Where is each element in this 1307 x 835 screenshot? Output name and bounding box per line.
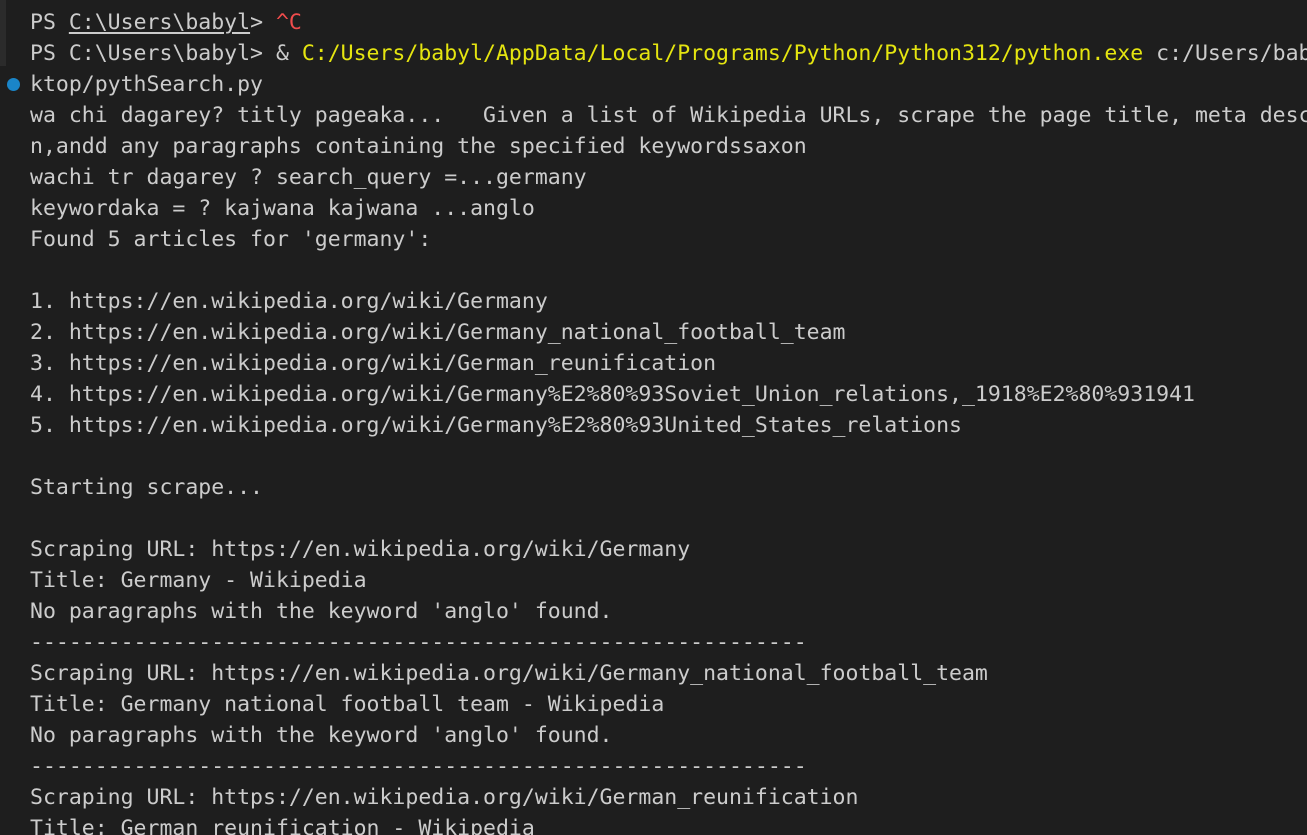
terminal-line-5: n,andd any paragraphs containing the spe… — [30, 134, 807, 159]
article-url-3[interactable]: 3. https://en.wikipedia.org/wiki/German_… — [30, 348, 1307, 379]
scraping-url-line-2[interactable]: Scraping URL: https://en.wikipedia.org/w… — [30, 658, 1307, 689]
terminal-panel[interactable]: PS C:\Users\babyl> ^C PS C:\Users\babyl>… — [0, 0, 1307, 835]
terminal-line-3: ktop/pythSearch.py — [30, 72, 263, 97]
terminal-line-7: keywordaka = ? kajwana kajwana ...anglo — [30, 196, 535, 221]
article-url-4[interactable]: 4. https://en.wikipedia.org/wiki/Germany… — [30, 379, 1307, 410]
scraping-url-line-3[interactable]: Scraping URL: https://en.wikipedia.org/w… — [30, 782, 1307, 813]
no-paragraphs-line-1: No paragraphs with the keyword 'anglo' f… — [30, 599, 613, 624]
separator-line-1: ----------------------------------------… — [30, 630, 807, 655]
title-line-3: Title: German reunification - Wikipedia — [30, 816, 535, 835]
terminal-line-1: PS C:\Users\babyl> ^C — [30, 7, 1307, 38]
terminal-line-15 — [30, 441, 1307, 472]
ctrl-c-text: ^C — [275, 10, 302, 35]
scraping-url-line-1[interactable]: Scraping URL: https://en.wikipedia.org/w… — [30, 534, 1307, 565]
title-line-1: Title: Germany - Wikipedia — [30, 568, 367, 593]
prompt-path: C:\Users\babyl — [68, 10, 251, 35]
no-paragraphs-line-2: No paragraphs with the keyword 'anglo' f… — [30, 723, 613, 748]
terminal-line-17 — [30, 503, 1307, 534]
terminal-line-2: PS C:\Users\babyl> & C:/Users/babyl/AppD… — [30, 38, 1307, 69]
prompt-gt: > — [250, 10, 276, 35]
article-url-2[interactable]: 2. https://en.wikipedia.org/wiki/Germany… — [30, 317, 1307, 348]
title-line-2: Title: Germany national football team - … — [30, 692, 665, 717]
prompt-prefix: PS C:\Users\babyl> & — [30, 41, 302, 66]
article-url-5[interactable]: 5. https://en.wikipedia.org/wiki/Germany… — [30, 410, 1307, 441]
terminal-output: PS C:\Users\babyl> ^C PS C:\Users\babyl>… — [30, 7, 1307, 835]
command-decoration-circle-icon[interactable] — [7, 78, 20, 91]
separator-line-2: ----------------------------------------… — [30, 754, 807, 779]
terminal-line-8: Found 5 articles for 'germany': — [30, 227, 432, 252]
terminal-line-6: wachi tr dagarey ? search_query =...germ… — [30, 165, 587, 190]
script-arg: c:/Users/bab — [1143, 41, 1307, 66]
article-url-1[interactable]: 1. https://en.wikipedia.org/wiki/Germany — [30, 286, 1307, 317]
python-exe-path: C:/Users/babyl/AppData/Local/Programs/Py… — [301, 41, 1144, 66]
terminal-line-4: wa chi dagarey? titly pageaka... Given a… — [30, 103, 1307, 128]
terminal-gutter-bar — [0, 0, 6, 66]
terminal-line-9 — [30, 255, 1307, 286]
prompt-ps: PS — [30, 10, 69, 35]
terminal-line-16: Starting scrape... — [30, 475, 263, 500]
